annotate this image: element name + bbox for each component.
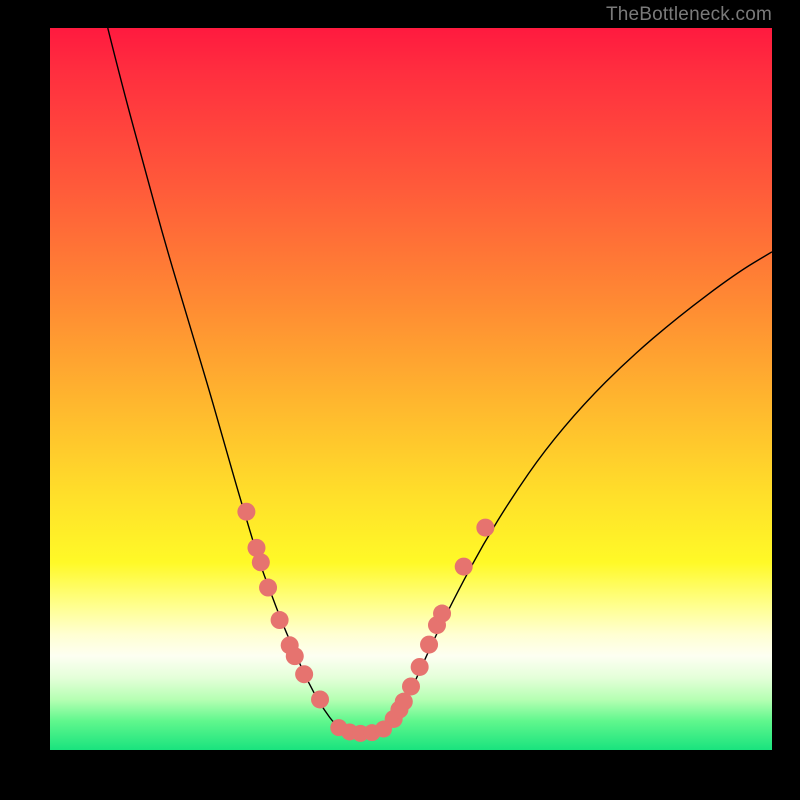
data-point bbox=[420, 636, 438, 654]
data-point bbox=[476, 519, 494, 537]
data-point bbox=[402, 677, 420, 695]
data-point bbox=[311, 690, 329, 708]
chart-frame: TheBottleneck.com bbox=[0, 0, 800, 800]
data-points-group bbox=[237, 503, 494, 742]
plot-area bbox=[50, 28, 772, 750]
watermark-text: TheBottleneck.com bbox=[606, 4, 772, 26]
data-point bbox=[286, 647, 304, 665]
data-point bbox=[411, 658, 429, 676]
data-point bbox=[433, 605, 451, 623]
data-point bbox=[259, 579, 277, 597]
data-point bbox=[252, 553, 270, 571]
bottleneck-curve-svg bbox=[50, 28, 772, 750]
data-point bbox=[455, 558, 473, 576]
data-point bbox=[375, 721, 392, 738]
data-point bbox=[271, 611, 289, 629]
data-point bbox=[237, 503, 255, 521]
data-point bbox=[295, 665, 313, 683]
